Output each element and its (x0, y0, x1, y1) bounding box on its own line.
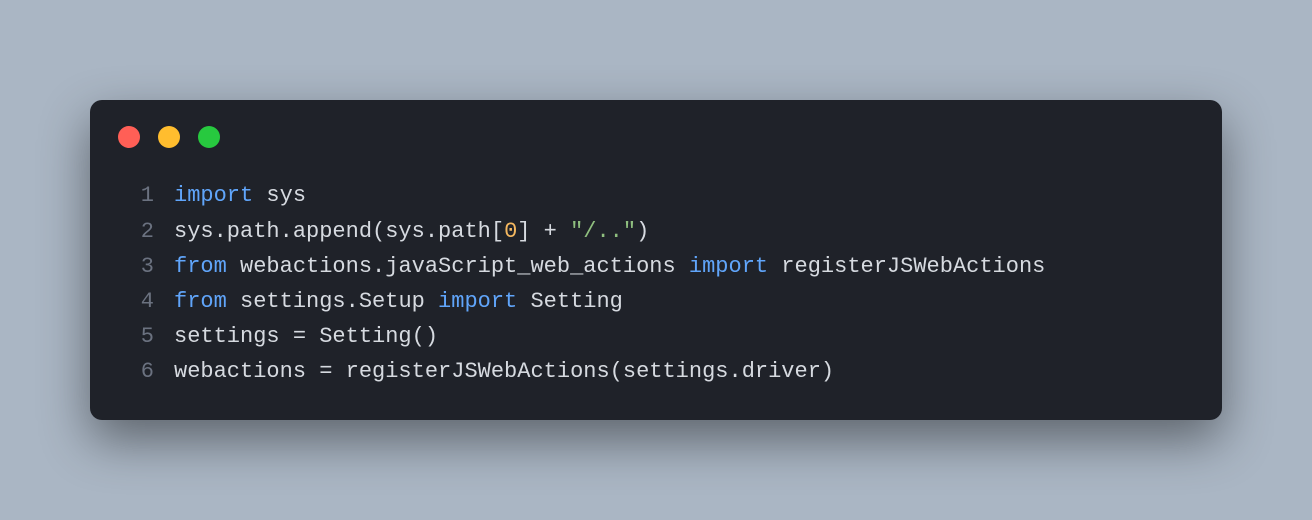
token: webactions.javaScript_web_actions (227, 254, 689, 279)
code-source: from settings.Setup import Setting (154, 284, 623, 319)
maximize-icon[interactable] (198, 126, 220, 148)
line-number: 5 (120, 319, 154, 354)
line-number: 2 (120, 214, 154, 249)
code-source: from webactions.javaScript_web_actions i… (154, 249, 1045, 284)
code-source: sys.path.append(sys.path[0] + "/..") (154, 214, 649, 249)
token: registerJSWebActions (768, 254, 1045, 279)
code-line: 6 webactions = registerJSWebActions(setti… (120, 354, 1192, 389)
line-number: 6 (120, 354, 154, 389)
token: sys (253, 183, 306, 208)
token: webactions = registerJSWebActions(settin… (174, 359, 834, 384)
window-controls (118, 126, 1192, 148)
code-line: 2sys.path.append(sys.path[0] + "/..") (120, 214, 1192, 249)
token: ] + (517, 219, 570, 244)
code-block: 1import sys2sys.path.append(sys.path[0] … (120, 178, 1192, 389)
token: import (174, 183, 253, 208)
line-number: 4 (120, 284, 154, 319)
code-line: 5 settings = Setting() (120, 319, 1192, 354)
token: from (174, 289, 227, 314)
token: sys.path.append(sys.path[ (174, 219, 504, 244)
minimize-icon[interactable] (158, 126, 180, 148)
token: settings.Setup (227, 289, 438, 314)
token: 0 (504, 219, 517, 244)
token: from (174, 254, 227, 279)
token: ) (636, 219, 649, 244)
code-line: 1import sys (120, 178, 1192, 213)
token: import (438, 289, 517, 314)
close-icon[interactable] (118, 126, 140, 148)
line-number: 3 (120, 249, 154, 284)
code-window: 1import sys2sys.path.append(sys.path[0] … (90, 100, 1222, 419)
code-line: 4from settings.Setup import Setting (120, 284, 1192, 319)
code-line: 3from webactions.javaScript_web_actions … (120, 249, 1192, 284)
token: Setting (517, 289, 623, 314)
token: import (689, 254, 768, 279)
code-source: settings = Setting() (154, 319, 438, 354)
code-source: webactions = registerJSWebActions(settin… (154, 354, 834, 389)
token: "/.." (570, 219, 636, 244)
line-number: 1 (120, 178, 154, 213)
token: settings = Setting() (174, 324, 438, 349)
code-source: import sys (154, 178, 306, 213)
